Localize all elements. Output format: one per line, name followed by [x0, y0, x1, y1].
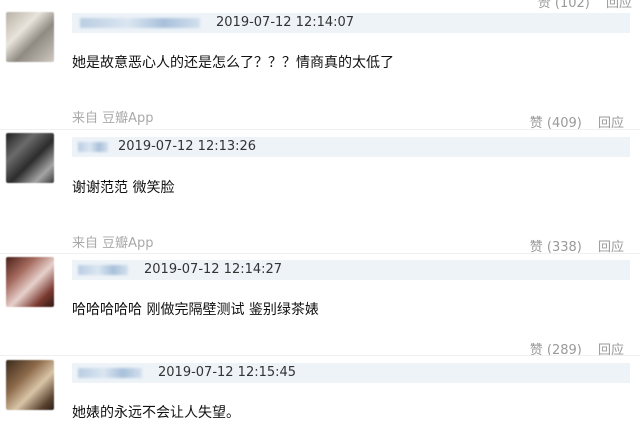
comment-timestamp: 2019-07-12 12:15:45 — [158, 365, 297, 380]
avatar[interactable] — [6, 12, 54, 62]
comment-text: 她婊的永远不会让人失望。 — [72, 405, 240, 421]
comment-text: 哈哈哈哈哈 刚做完隔壁测试 鉴别绿茶婊 — [72, 302, 319, 318]
comment-meta-bar: 2019-07-12 12:14:07 — [72, 13, 630, 33]
username-blurred[interactable] — [80, 18, 200, 28]
avatar[interactable] — [6, 133, 54, 183]
comment-source: 来自 豆瓣App — [72, 236, 154, 251]
username-blurred[interactable] — [78, 368, 142, 378]
reply-button[interactable]: 回应 — [606, 0, 632, 11]
comment-meta-bar: 2019-07-12 12:14:27 — [72, 260, 630, 280]
comment-timestamp: 2019-07-12 12:13:26 — [118, 139, 257, 154]
divider — [0, 129, 640, 130]
comment-text: 谢谢范范 微笑脸 — [72, 180, 175, 196]
avatar[interactable] — [6, 360, 54, 410]
divider — [0, 355, 640, 356]
divider — [0, 253, 640, 254]
avatar[interactable] — [6, 257, 54, 307]
comment-source: 来自 豆瓣App — [72, 111, 154, 126]
comment-timestamp: 2019-07-12 12:14:27 — [144, 262, 283, 277]
comment-text: 她是故意恶心人的还是怎么了？？？情商真的太低了 — [72, 55, 394, 71]
comment-actions-top: 赞 (102) 回应 — [538, 0, 632, 11]
like-button[interactable]: 赞 (102) — [538, 0, 590, 11]
comment-meta-bar: 2019-07-12 12:15:45 — [72, 363, 630, 383]
username-blurred[interactable] — [78, 265, 128, 275]
comment-meta-bar: 2019-07-12 12:13:26 — [72, 137, 630, 157]
comment-timestamp: 2019-07-12 12:14:07 — [216, 15, 355, 30]
username-blurred[interactable] — [78, 142, 108, 152]
